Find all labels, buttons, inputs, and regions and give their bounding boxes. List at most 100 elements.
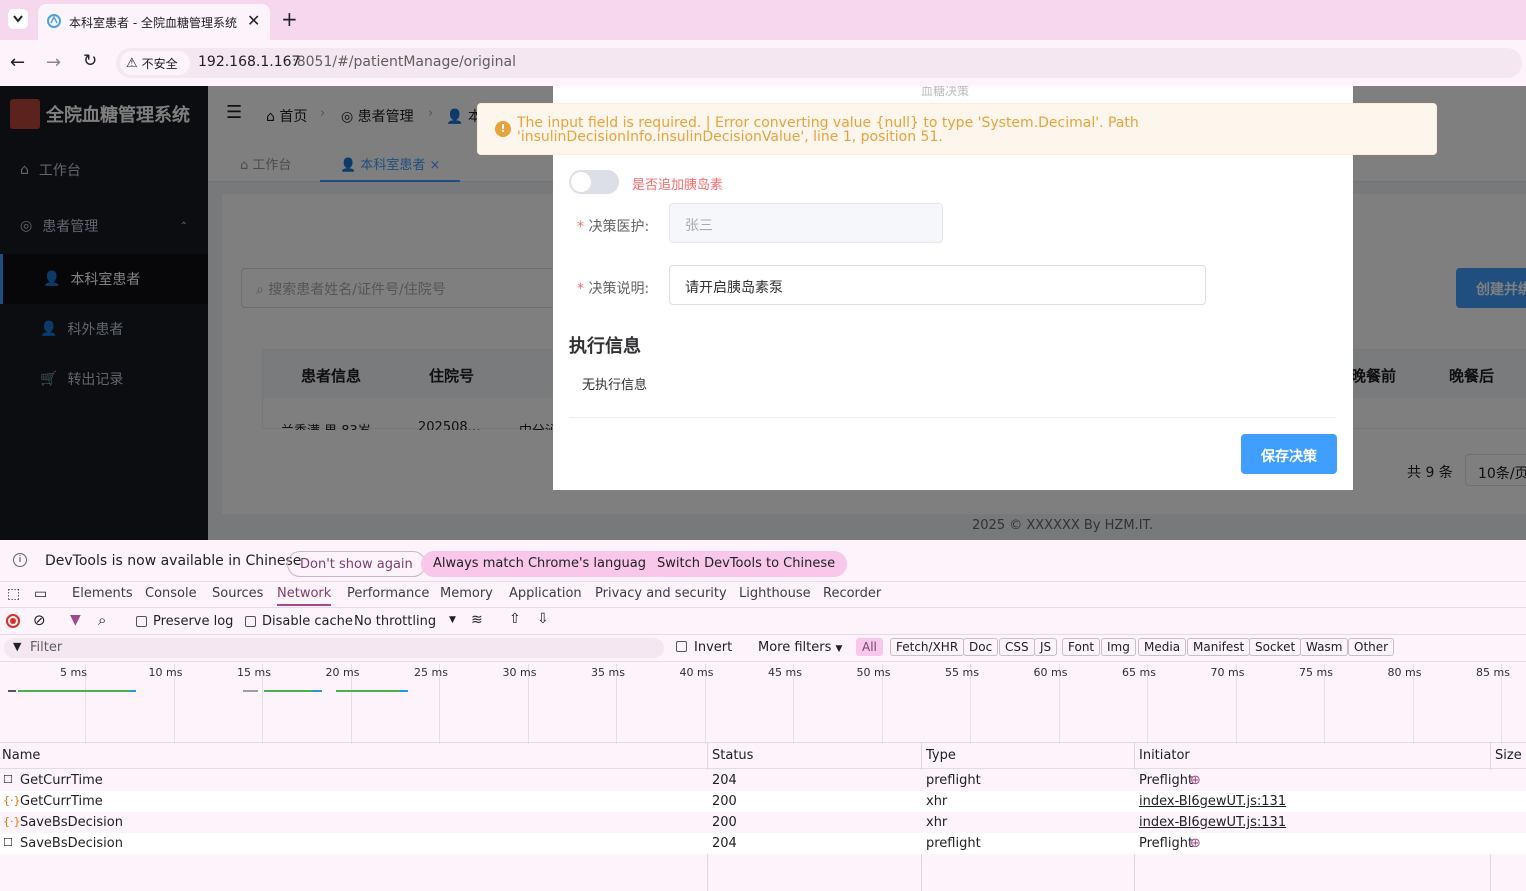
preflight-link-icon[interactable]: ⊕ [1190, 773, 1201, 788]
type-filter-font[interactable]: Font [1062, 638, 1101, 656]
record-icon[interactable] [6, 614, 20, 628]
request-name: GetCurrTime [20, 794, 103, 809]
request-initiator[interactable]: index-Bl6gewUT.js:131 [1139, 815, 1286, 830]
filter-icon[interactable]: ▼ [70, 612, 81, 628]
tab-list-button[interactable] [8, 9, 28, 29]
tab-lighthouse[interactable]: Lighthouse [739, 586, 811, 601]
import-har-icon[interactable]: ⇧ [509, 611, 521, 627]
waterfall-bar [264, 690, 312, 692]
tab-privacy-security[interactable]: Privacy and security [595, 586, 727, 601]
security-chip[interactable]: ⚠ 不安全 [120, 51, 190, 75]
type-filter-manifest[interactable]: Manifest [1187, 638, 1251, 656]
dialog-cut-label: 血糖决策 [921, 86, 970, 98]
forward-icon[interactable]: → [46, 52, 61, 73]
type-filter-wasm[interactable]: Wasm [1300, 638, 1349, 656]
timeline-tick-label: 30 ms [502, 666, 537, 679]
preflight-link-icon[interactable]: ⊕ [1190, 836, 1201, 851]
inspect-icon[interactable]: ⬚ [7, 586, 20, 602]
request-row[interactable]: {·} GetCurrTime 200 xhr index-Bl6gewUT.js:13… [0, 791, 1526, 812]
url-path: :8051/#/patientManage/original [292, 54, 516, 70]
type-filter-socket[interactable]: Socket [1249, 638, 1302, 656]
timeline-tick-label: 50 ms [856, 666, 891, 679]
request-row[interactable]: ☐ SaveBsDecision 204 preflight Preflight ⊕ [0, 833, 1526, 854]
tab-performance[interactable]: Performance [347, 586, 429, 601]
tab-network[interactable]: Network [277, 586, 332, 606]
type-filter-doc[interactable]: Doc [963, 638, 999, 656]
tab-elements[interactable]: Elements [72, 586, 133, 601]
preserve-log-checkbox[interactable] [136, 616, 147, 627]
col-type[interactable]: Type [926, 748, 956, 763]
timeline-tick-label: 10 ms [148, 666, 183, 679]
doctor-field[interactable]: 张三 [669, 203, 943, 243]
omnibox[interactable]: ⚠ 不安全 192.168.1.167 :8051/#/patientManag… [116, 48, 1522, 78]
browser-tab-active[interactable]: 本科室患者 - 全院血糖管理系统 ✕ [38, 4, 270, 40]
network-toolbar: ⊘ ▼ ⌕ Preserve log Disable cache No thro… [0, 609, 1526, 635]
type-filter-other[interactable]: Other [1348, 638, 1395, 656]
waterfall-bar [312, 690, 322, 692]
tab-recorder[interactable]: Recorder [823, 586, 881, 601]
disable-cache-checkbox[interactable] [245, 616, 256, 627]
clear-icon[interactable]: ⊘ [33, 611, 46, 629]
type-filter-js[interactable]: JS [1034, 638, 1058, 656]
request-table-header: Name Status Type Initiator Size [0, 743, 1526, 769]
col-initiator[interactable]: Initiator [1139, 748, 1190, 763]
tab-application[interactable]: Application [509, 586, 582, 601]
export-har-icon[interactable]: ⇩ [537, 611, 549, 627]
request-row[interactable]: ☐ GetCurrTime 204 preflight Preflight ⊕ [0, 770, 1526, 791]
type-filter-img[interactable]: Img [1101, 638, 1136, 656]
match-language-button[interactable]: Always match Chrome's language [421, 551, 666, 577]
disable-cache-label: Disable cache [262, 614, 353, 629]
info-icon: i [13, 553, 27, 567]
new-tab-icon[interactable]: + [281, 7, 298, 31]
desc-label-text: 决策说明: [588, 281, 650, 297]
dropdown-icon: ▼ [835, 644, 843, 654]
search-icon[interactable]: ⌕ [98, 611, 106, 629]
col-size[interactable]: Size [1495, 748, 1522, 763]
type-filter-css[interactable]: CSS [999, 638, 1035, 656]
browser-toolbar: ← → ↻ ⚠ 不安全 192.168.1.167 :8051/#/patien… [0, 40, 1526, 86]
desc-field[interactable]: 请开启胰岛素泵 [669, 265, 1206, 305]
more-filters-button[interactable]: More filters ▼ [758, 640, 842, 655]
network-overview[interactable] [0, 661, 1526, 743]
desc-label: * 决策说明: [577, 281, 650, 297]
chevron-down-icon [13, 15, 23, 23]
back-icon[interactable]: ← [10, 52, 25, 73]
request-row[interactable]: {·} SaveBsDecision 200 xhr index-Bl6gewUT.js… [0, 812, 1526, 833]
timeline-tick-label: 65 ms [1122, 666, 1156, 679]
preserve-log-label: Preserve log [153, 614, 234, 629]
timeline-tick-label: 35 ms [591, 666, 625, 679]
request-name: GetCurrTime [20, 773, 103, 788]
document-icon: ☐ [3, 836, 13, 849]
close-tab-icon[interactable]: ✕ [247, 11, 260, 30]
warning-icon: ! [495, 121, 511, 137]
request-type: xhr [926, 815, 948, 830]
filter-input[interactable]: ▼ Filter [4, 638, 664, 658]
col-name[interactable]: Name [2, 748, 40, 763]
col-status[interactable]: Status [712, 748, 753, 763]
dropdown-icon: ▼ [449, 615, 456, 625]
request-name: SaveBsDecision [20, 815, 123, 830]
invert-checkbox[interactable] [676, 641, 687, 652]
type-filter-fetch[interactable]: Fetch/XHR [890, 638, 965, 656]
toggle-knob [571, 172, 591, 192]
reload-icon[interactable]: ↻ [83, 51, 97, 71]
switch-language-button[interactable]: Switch DevTools to Chinese [645, 551, 848, 577]
tab-console[interactable]: Console [145, 586, 197, 601]
request-initiator[interactable]: index-Bl6gewUT.js:131 [1139, 794, 1286, 809]
insulin-toggle[interactable] [569, 170, 619, 194]
network-conditions-icon[interactable]: ≋ [471, 612, 483, 628]
type-filter-all[interactable]: All [856, 638, 883, 656]
tab-sources[interactable]: Sources [212, 586, 263, 601]
waterfall-bar [8, 690, 16, 692]
dont-show-again-button[interactable]: Don't show again [287, 551, 426, 577]
type-filter-media[interactable]: Media [1138, 638, 1187, 656]
error-alert: ! The input field is required. | Error c… [477, 103, 1437, 155]
throttling-select[interactable]: No throttling [354, 614, 436, 629]
device-toggle-icon[interactable]: ▭ [34, 586, 47, 602]
doctor-label-text: 决策医护: [588, 219, 650, 235]
timeline-tick-label: 5 ms [60, 666, 87, 679]
tab-memory[interactable]: Memory [440, 586, 493, 601]
browser-tab-strip: 本科室患者 - 全院血糖管理系统 ✕ + [0, 0, 1526, 40]
save-decision-button[interactable]: 保存决策 [1241, 434, 1337, 474]
document-icon: ☐ [3, 773, 13, 786]
